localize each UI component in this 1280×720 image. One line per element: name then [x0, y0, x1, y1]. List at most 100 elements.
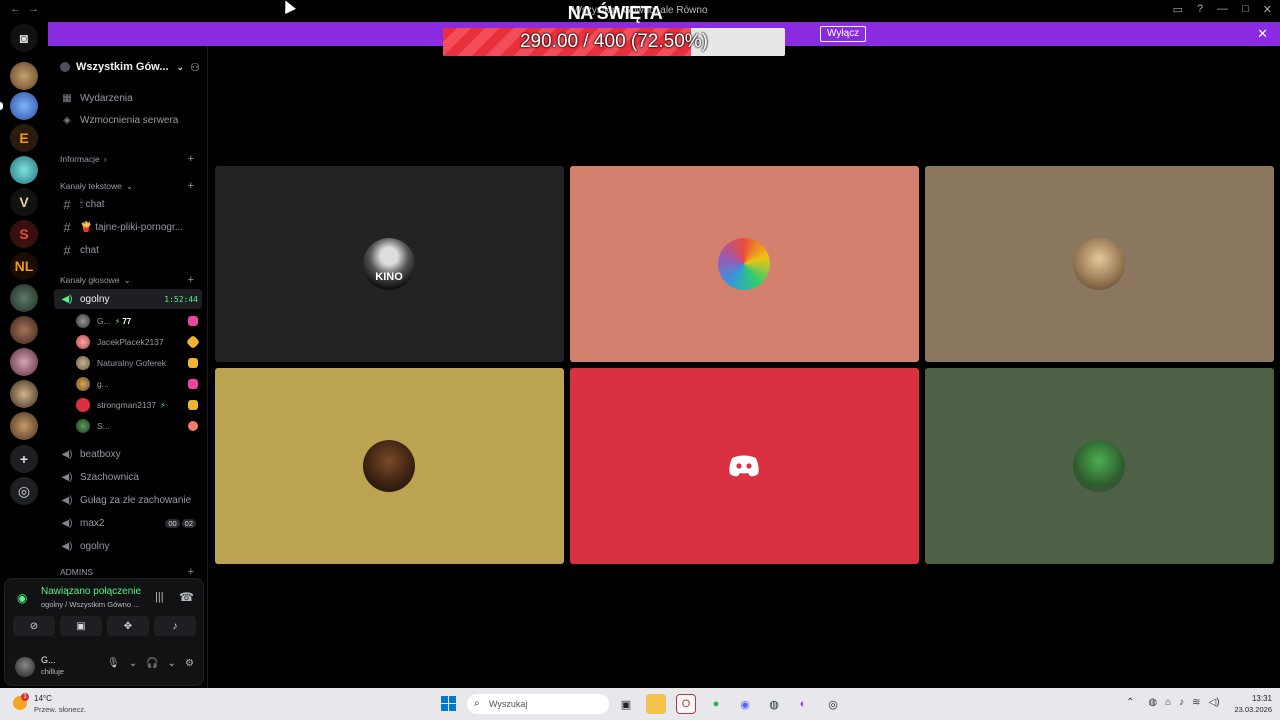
clock-date[interactable]: 23.03.2026 [1222, 705, 1272, 714]
add-server-icon[interactable]: + [10, 445, 38, 473]
voice-channel[interactable]: ◀) Szachownica [54, 467, 202, 487]
camera-off-button[interactable]: ⊘ [13, 616, 55, 636]
server-icon[interactable] [10, 62, 38, 90]
chevron-down-icon: ⌄ [176, 61, 185, 72]
add-channel-icon[interactable]: + [188, 274, 194, 286]
user-controls: 🎙 ⌄ 🎧 ⌄ ⚙ [107, 658, 194, 669]
activities-button[interactable]: ✥ [107, 616, 149, 636]
settings-gear-icon[interactable]: ⚙ [185, 658, 194, 669]
voice-channel[interactable]: ◀) beatboxy [54, 444, 202, 464]
server-icon[interactable] [10, 380, 38, 408]
server-icon[interactable]: V [10, 188, 38, 216]
windows-start-icon[interactable] [441, 696, 456, 711]
chevron-down-icon[interactable]: ⌄ [129, 658, 137, 669]
server-icon[interactable] [10, 92, 38, 120]
obs-icon[interactable]: ◎ [823, 694, 843, 714]
help-icon[interactable]: ? [1197, 3, 1203, 16]
disconnect-icon[interactable]: ☎ [179, 590, 194, 604]
server-header[interactable]: Wszystkim Gów... ⌄ ⚇ [48, 52, 208, 82]
search-icon: ⌕ [474, 698, 480, 709]
chevron-up-icon[interactable]: ⌃ [1126, 697, 1134, 708]
inbox-icon[interactable]: ▭ [1173, 3, 1183, 16]
add-channel-icon[interactable]: + [188, 153, 194, 165]
voice-member[interactable]: JacekPlacek2137 [76, 332, 202, 352]
participant-tile[interactable] [570, 166, 919, 362]
security-icon[interactable]: ◍ [1148, 697, 1157, 708]
voice-channel[interactable]: ◀) max2 00 02 [54, 513, 202, 533]
voice-member[interactable]: Naturalny Goferek [76, 353, 202, 373]
server-icon[interactable] [10, 412, 38, 440]
volume-icon[interactable]: ◁) [1209, 697, 1220, 708]
chevron-down-icon[interactable]: ⌄ [168, 658, 176, 669]
microphone-tray-icon[interactable]: ♪ [1179, 697, 1184, 708]
weather-description[interactable]: Przew. słonecz. [34, 705, 86, 714]
voice-channel[interactable]: ◀) Gułag za złe zachowanie [54, 490, 202, 510]
text-channel[interactable]: # chat [54, 240, 202, 260]
wifi-icon[interactable]: ≋ [1192, 697, 1200, 708]
member-name: JacekPlacek2137 [97, 337, 164, 347]
invite-people-icon[interactable]: ⚇ [190, 61, 200, 74]
discord-logo-icon [729, 455, 759, 477]
voice-channel-active[interactable]: ◀) ogolny 1:52:44 [54, 289, 202, 309]
participant-tile[interactable] [215, 368, 564, 564]
voice-member[interactable]: g... [76, 374, 202, 394]
noise-suppression-icon[interactable]: ||| [155, 591, 164, 603]
category-voice-channels[interactable]: Kanały głosowe ⌄ + [54, 270, 202, 290]
spotify-icon[interactable]: ● [706, 694, 726, 714]
headphones-icon[interactable]: 🎧 [146, 658, 158, 669]
microphone-icon[interactable]: 🎙 [107, 658, 120, 669]
participant-tile[interactable] [570, 368, 919, 564]
server-icon[interactable]: NL [10, 252, 38, 280]
task-view-icon[interactable]: ▣ [616, 694, 636, 714]
server-icon[interactable] [10, 156, 38, 184]
weather-temperature[interactable]: 14°C [34, 694, 52, 703]
voice-status[interactable]: Nawiązano połączenie [41, 586, 141, 597]
server-icon[interactable] [10, 348, 38, 376]
category-info[interactable]: Informacje › + [54, 149, 202, 169]
text-channel[interactable]: # 🍟 tajne-pliki-pornogr... [54, 217, 202, 237]
file-explorer-icon[interactable] [646, 694, 666, 714]
voice-member[interactable]: G... ⚡ 77 [76, 311, 202, 331]
avatar[interactable] [15, 657, 35, 677]
banner-close-icon[interactable]: ✕ [1257, 26, 1268, 42]
sidebar-item-boosts[interactable]: ◈ Wzmocnienia serwera [54, 110, 202, 130]
close-window-icon[interactable]: ✕ [1263, 3, 1272, 16]
opera-browser-icon[interactable]: O [676, 694, 696, 714]
minimize-icon[interactable]: — [1217, 3, 1228, 16]
discord-home-icon[interactable]: ◙ [10, 24, 38, 52]
network-icon[interactable]: ⌂ [1165, 697, 1171, 708]
maximize-icon[interactable]: □ [1242, 3, 1249, 16]
server-icon[interactable]: E [10, 124, 38, 152]
screen-share-button[interactable]: ▣ [60, 616, 102, 636]
participant-tile[interactable] [925, 368, 1274, 564]
voice-member[interactable]: S... [76, 416, 202, 436]
clock-time[interactable]: 13:31 [1232, 694, 1272, 703]
server-icon[interactable] [10, 316, 38, 344]
participant-avatar: KINO [363, 238, 415, 290]
discover-icon[interactable]: ◎ [10, 477, 38, 505]
window-controls: ▭ ? — □ ✕ [1173, 3, 1272, 16]
channel-label: chat [80, 244, 99, 256]
member-name: S... [97, 421, 110, 431]
discord-app-icon[interactable]: ◉ [735, 694, 755, 714]
voice-member[interactable]: strongman2137 ⚡ [76, 395, 202, 415]
add-channel-icon[interactable]: + [188, 180, 194, 192]
taskbar-search[interactable]: ⌕ Wyszukaj [467, 694, 609, 714]
voice-channel[interactable]: ◀) ogolny [54, 536, 202, 556]
text-channel[interactable]: # 🕯 chat [54, 194, 202, 214]
voice-location[interactable]: ogolny / Wszystkim Gówno ... [41, 600, 139, 609]
participant-tile[interactable]: KINO [215, 166, 564, 362]
category-admins[interactable]: ADMINS + [54, 566, 202, 578]
server-icon[interactable]: S [10, 220, 38, 248]
banner-disable-button[interactable]: Wyłącz [820, 26, 867, 42]
messenger-icon[interactable]: ◐ [793, 694, 813, 714]
add-channel-icon[interactable]: + [188, 566, 194, 578]
steam-icon[interactable]: ◍ [764, 694, 784, 714]
soundboard-button[interactable]: ♪ [154, 616, 196, 636]
sidebar-item-events[interactable]: ▦ Wydarzenia [54, 88, 202, 108]
participant-tile[interactable] [925, 166, 1274, 362]
category-text-channels[interactable]: Kanały tekstowe ⌄ + [54, 176, 202, 196]
sidebar-item-label: Wydarzenia [80, 92, 133, 104]
server-icon[interactable] [10, 284, 38, 312]
server-selected-pill [0, 102, 3, 110]
